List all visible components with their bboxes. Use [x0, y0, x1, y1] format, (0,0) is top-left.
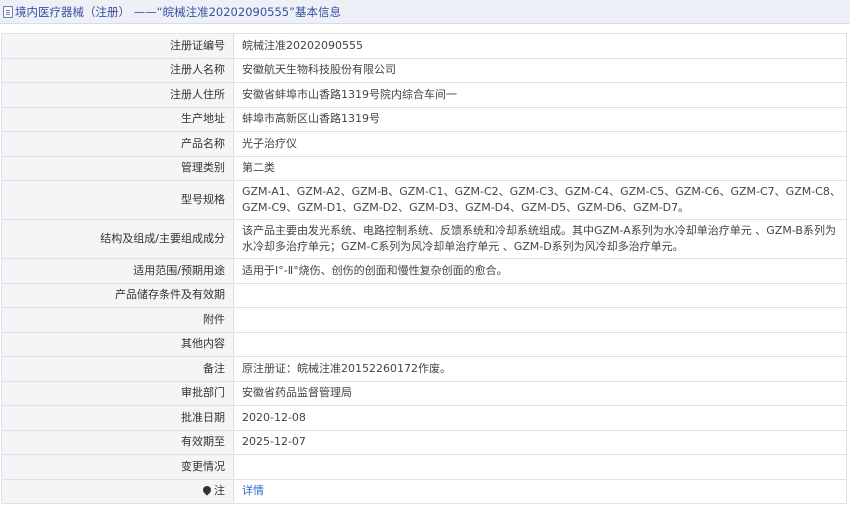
table-row: 管理类别 第二类: [1, 155, 847, 181]
pin-icon: [201, 484, 213, 496]
table-row: 附件: [1, 307, 847, 333]
row-value: 2025-12-07: [233, 429, 847, 455]
row-value: 2020-12-08: [233, 405, 847, 431]
row-label: 注册人名称: [1, 57, 234, 83]
row-value: 安徽省蚌埠市山香路1319号院内综合车间一: [233, 82, 847, 108]
row-label: 结构及组成/主要组成成分: [1, 219, 234, 259]
row-value: [233, 454, 847, 480]
table-row: 其他内容: [1, 331, 847, 357]
row-value: 皖械注准20202090555: [233, 33, 847, 59]
note-row: 注 详情: [1, 478, 847, 504]
row-label: 批准日期: [1, 405, 234, 431]
table-row: 变更情况: [1, 454, 847, 480]
row-value: [233, 282, 847, 308]
table-row: 产品储存条件及有效期: [1, 282, 847, 308]
row-label: 适用范围/预期用途: [1, 258, 234, 284]
row-value: 该产品主要由发光系统、电路控制系统、反馈系统和冷却系统组成。其中GZM-A系列为…: [233, 219, 847, 259]
table-row: 产品名称 光子治疗仪: [1, 131, 847, 157]
row-label: 注册证编号: [1, 33, 234, 59]
row-label: 注册人住所: [1, 82, 234, 108]
row-label: 管理类别: [1, 155, 234, 181]
row-value: 安徽航天生物科技股份有限公司: [233, 57, 847, 83]
row-label: 附件: [1, 307, 234, 333]
row-value: [233, 307, 847, 333]
table-row: 注册人名称 安徽航天生物科技股份有限公司: [1, 57, 847, 83]
table-row: 有效期至 2025-12-07: [1, 429, 847, 455]
note-value-cell: 详情: [233, 478, 847, 504]
row-value: 原注册证：皖械注准20152260172作废。: [233, 356, 847, 382]
row-label: 型号规格: [1, 180, 234, 220]
row-value: 安徽省药品监督管理局: [233, 380, 847, 406]
page-header: 境内医疗器械（注册） ——“皖械注准20202090555”基本信息: [0, 0, 850, 24]
row-label: 审批部门: [1, 380, 234, 406]
row-value: [233, 331, 847, 357]
document-icon: [3, 5, 13, 18]
row-label: 其他内容: [1, 331, 234, 357]
row-value: 光子治疗仪: [233, 131, 847, 157]
info-table: 注册证编号 皖械注准20202090555 注册人名称 安徽航天生物科技股份有限…: [1, 33, 847, 504]
table-row: 适用范围/预期用途 适用于Ⅰ°-Ⅱ°烧伤、创伤的创面和慢性复杂创面的愈合。: [1, 258, 847, 284]
page-title: 境内医疗器械（注册） ——“皖械注准20202090555”基本信息: [15, 4, 342, 19]
table-row: 批准日期 2020-12-08: [1, 405, 847, 431]
table-row: 备注 原注册证：皖械注准20152260172作废。: [1, 356, 847, 382]
table-row: 注册人住所 安徽省蚌埠市山香路1319号院内综合车间一: [1, 82, 847, 108]
table-row: 审批部门 安徽省药品监督管理局: [1, 380, 847, 406]
row-label: 产品名称: [1, 131, 234, 157]
row-value: GZM-A1、GZM-A2、GZM-B、GZM-C1、GZM-C2、GZM-C3…: [233, 180, 847, 220]
row-label: 变更情况: [1, 454, 234, 480]
table-row: 结构及组成/主要组成成分 该产品主要由发光系统、电路控制系统、反馈系统和冷却系统…: [1, 219, 847, 259]
note-label-cell: 注: [1, 478, 234, 504]
row-label: 产品储存条件及有效期: [1, 282, 234, 308]
table-row: 型号规格 GZM-A1、GZM-A2、GZM-B、GZM-C1、GZM-C2、G…: [1, 180, 847, 220]
table-row: 注册证编号 皖械注准20202090555: [1, 33, 847, 59]
row-value: 第二类: [233, 155, 847, 181]
row-value: 适用于Ⅰ°-Ⅱ°烧伤、创伤的创面和慢性复杂创面的愈合。: [233, 258, 847, 284]
table-row: 生产地址 蚌埠市高新区山香路1319号: [1, 106, 847, 132]
detail-link[interactable]: 详情: [242, 484, 264, 497]
row-label: 备注: [1, 356, 234, 382]
row-label: 有效期至: [1, 429, 234, 455]
note-label: 注: [214, 484, 225, 498]
row-label: 生产地址: [1, 106, 234, 132]
row-value: 蚌埠市高新区山香路1319号: [233, 106, 847, 132]
